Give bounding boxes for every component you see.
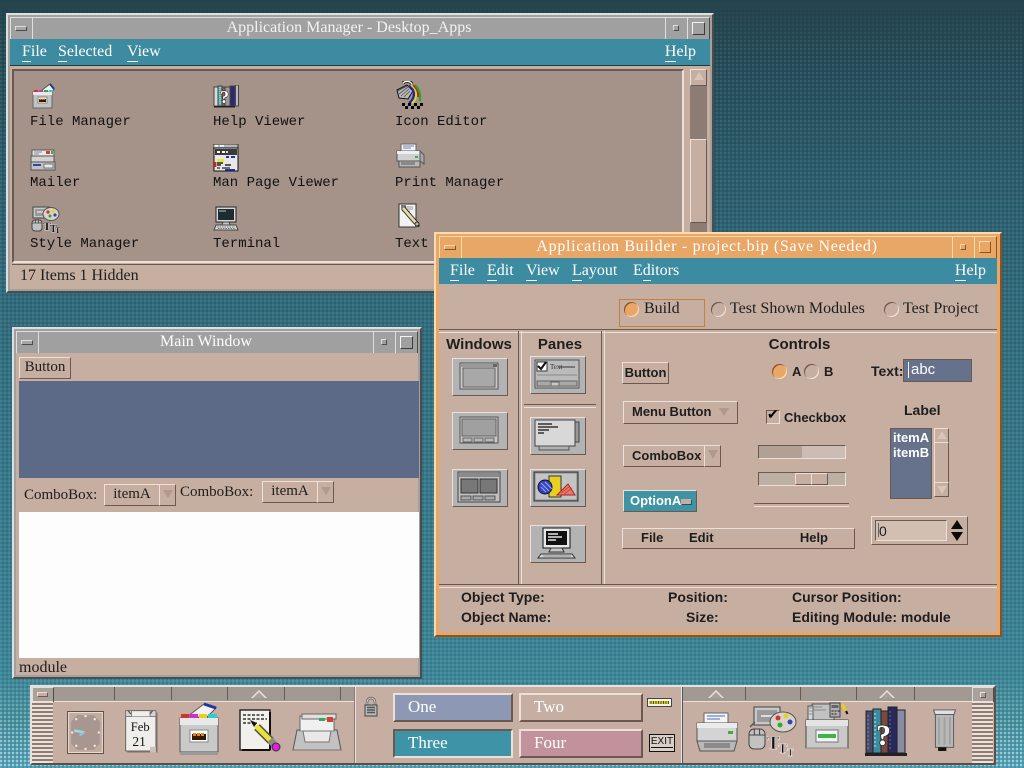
svg-text:?: ? <box>220 87 229 107</box>
svg-text:21: 21 <box>132 734 145 749</box>
svg-text:T: T <box>55 226 60 233</box>
svg-text:T: T <box>787 748 794 759</box>
svg-text:Feb: Feb <box>131 720 150 734</box>
svg-text:?: ? <box>876 719 891 752</box>
